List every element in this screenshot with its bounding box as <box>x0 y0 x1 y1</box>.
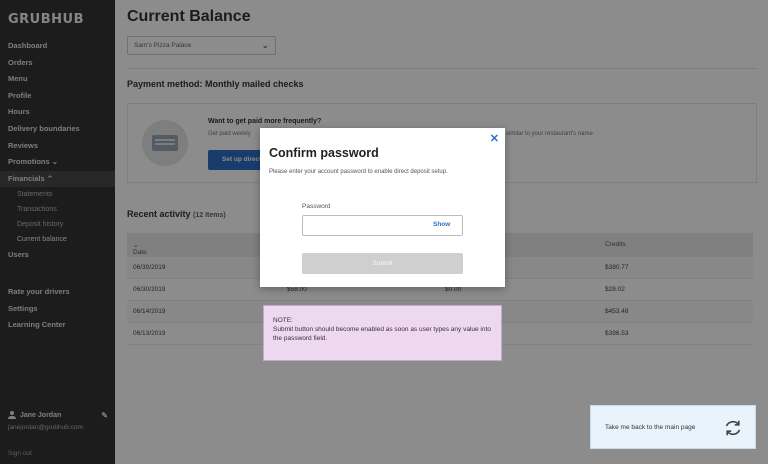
annotation-note: NOTE: Submit button should become enable… <box>263 305 502 361</box>
modal-title: Confirm password <box>269 146 379 160</box>
password-label: Password <box>302 203 331 210</box>
show-password-toggle[interactable]: Show <box>433 221 450 228</box>
close-icon[interactable]: ✕ <box>490 132 499 145</box>
refresh-icon <box>725 420 741 436</box>
modal-description: Please enter your account password to en… <box>269 169 448 175</box>
back-to-main-label: Take me back to the main page <box>605 423 696 431</box>
note-heading: NOTE: <box>273 317 293 324</box>
confirm-password-modal: ✕ Confirm password Please enter your acc… <box>260 128 505 287</box>
note-text: Submit button should become enabled as s… <box>273 326 491 342</box>
back-to-main-card[interactable]: Take me back to the main page <box>590 405 756 449</box>
submit-button[interactable]: Submit <box>302 253 463 274</box>
